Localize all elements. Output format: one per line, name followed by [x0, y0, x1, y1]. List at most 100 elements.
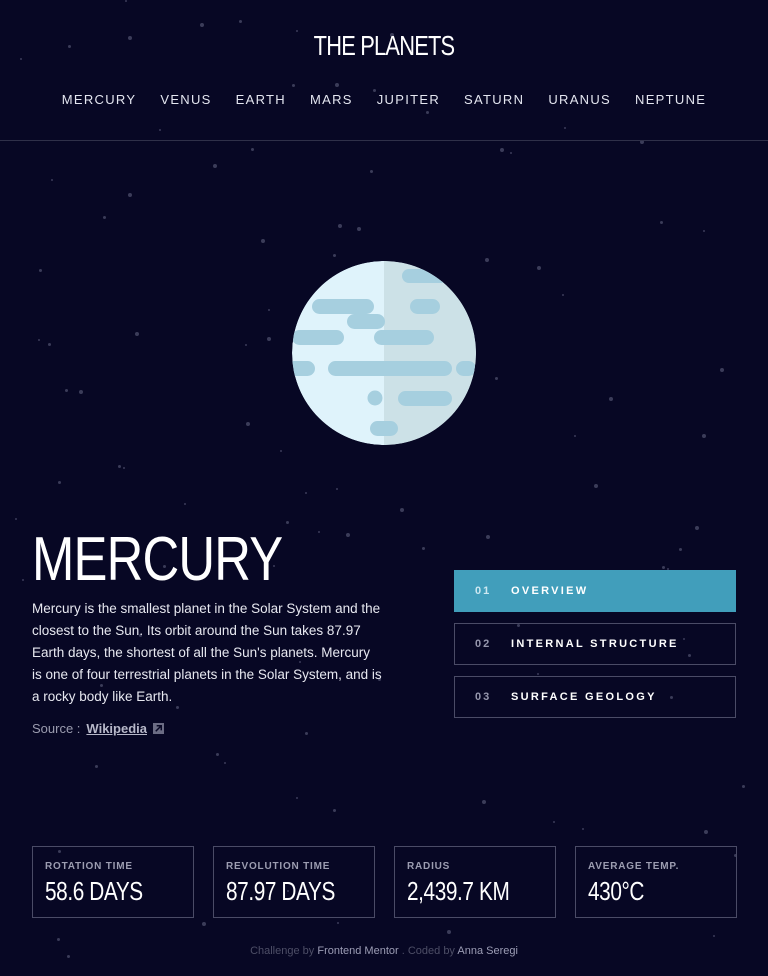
tab-surface-geology[interactable]: 03 SURFACE GEOLOGY	[454, 676, 736, 718]
star-dot	[662, 566, 665, 569]
star-dot	[720, 368, 724, 372]
planet-description: Mercury is the smallest planet in the So…	[32, 601, 382, 704]
tab-internal-structure[interactable]: 02 INTERNAL STRUCTURE	[454, 623, 736, 665]
mercury-planet-image	[292, 261, 476, 445]
star-dot	[703, 230, 705, 232]
nav-item-neptune[interactable]: NEPTUNE	[635, 92, 706, 107]
stat-value: 430°C	[588, 876, 645, 906]
star-dot	[422, 547, 425, 550]
star-dot	[713, 935, 715, 937]
tab-label: SURFACE GEOLOGY	[511, 691, 657, 703]
star-dot	[742, 785, 745, 788]
source-line: Source : Wikipedia	[32, 721, 164, 736]
star-dot	[267, 337, 271, 341]
star-dot	[39, 269, 42, 272]
star-dot	[582, 828, 584, 830]
star-dot	[486, 535, 490, 539]
nav-item-mars[interactable]: MARS	[310, 92, 353, 107]
star-dot	[184, 503, 186, 505]
star-dot	[346, 533, 350, 537]
stat-label: REVOLUTION TIME	[226, 861, 331, 872]
star-dot	[202, 922, 206, 926]
star-dot	[128, 193, 132, 197]
star-dot	[58, 481, 61, 484]
tab-label: OVERVIEW	[511, 585, 589, 597]
planet-stats: ROTATION TIME 58.6 DAYS REVOLUTION TIME …	[32, 846, 737, 918]
star-dot	[485, 258, 489, 262]
star-dot	[660, 221, 663, 224]
site-header: THE PLANETS MERCURY VENUS EARTH MARS JUP…	[0, 0, 768, 141]
star-dot	[15, 518, 17, 520]
star-dot	[280, 450, 282, 452]
stat-card-radius: RADIUS 2,439.7 KM	[394, 846, 556, 918]
external-link-icon[interactable]	[153, 723, 164, 734]
wikipedia-link[interactable]: Wikipedia	[86, 721, 147, 736]
star-dot	[22, 579, 24, 581]
planet-nav: MERCURY VENUS EARTH MARS JUPITER SATURN …	[0, 92, 768, 107]
star-dot	[123, 467, 125, 469]
attribution-footer: Challenge by Frontend Mentor . Coded by …	[0, 945, 768, 957]
star-dot	[224, 762, 226, 764]
stat-card-average-temp: AVERAGE TEMP. 430°C	[575, 846, 737, 918]
star-dot	[695, 526, 699, 530]
star-dot	[103, 216, 106, 219]
star-dot	[338, 224, 342, 228]
tab-label: INTERNAL STRUCTURE	[511, 638, 679, 650]
star-dot	[562, 294, 564, 296]
star-dot	[336, 488, 338, 490]
star-dot	[65, 389, 68, 392]
star-dot	[609, 397, 613, 401]
star-dot	[553, 821, 555, 823]
tab-number: 02	[475, 638, 492, 650]
star-dot	[357, 227, 361, 231]
star-dot	[333, 254, 336, 257]
nav-item-uranus[interactable]: URANUS	[548, 92, 611, 107]
star-dot	[594, 484, 598, 488]
stat-card-rotation-time: ROTATION TIME 58.6 DAYS	[32, 846, 194, 918]
nav-item-mercury[interactable]: MERCURY	[62, 92, 137, 107]
star-dot	[500, 148, 504, 152]
star-dot	[400, 508, 404, 512]
nav-item-saturn[interactable]: SATURN	[464, 92, 524, 107]
star-dot	[38, 339, 40, 341]
star-dot	[702, 434, 706, 438]
star-dot	[495, 377, 498, 380]
star-dot	[95, 765, 98, 768]
star-dot	[57, 938, 60, 941]
site-logo[interactable]: THE PLANETS	[84, 30, 683, 62]
author-link[interactable]: Anna Seregi	[457, 945, 518, 957]
star-dot	[704, 830, 708, 834]
star-dot	[245, 344, 247, 346]
star-dot	[537, 266, 541, 270]
star-dot	[213, 164, 217, 168]
star-dot	[574, 435, 576, 437]
star-dot	[286, 521, 289, 524]
nav-item-venus[interactable]: VENUS	[160, 92, 211, 107]
star-dot	[337, 922, 339, 924]
tab-number: 03	[475, 691, 492, 703]
star-dot	[679, 548, 682, 551]
nav-item-earth[interactable]: EARTH	[236, 92, 286, 107]
star-dot	[251, 148, 254, 151]
nav-item-jupiter[interactable]: JUPITER	[377, 92, 440, 107]
tab-overview[interactable]: 01 OVERVIEW	[454, 570, 736, 612]
star-dot	[333, 809, 336, 812]
star-dot	[261, 239, 265, 243]
star-dot	[447, 930, 451, 934]
stat-label: AVERAGE TEMP.	[588, 861, 680, 872]
frontend-mentor-link[interactable]: Frontend Mentor	[317, 945, 398, 957]
footer-coded-text: . Coded by	[401, 945, 455, 957]
stat-label: RADIUS	[407, 861, 451, 872]
star-dot	[79, 390, 83, 394]
star-dot	[246, 422, 250, 426]
stat-value: 58.6 DAYS	[45, 876, 143, 906]
star-dot	[51, 179, 53, 181]
stat-label: ROTATION TIME	[45, 861, 133, 872]
planet-title: MERCURY	[32, 525, 283, 594]
starfield-background	[0, 0, 768, 976]
star-dot	[305, 732, 308, 735]
footer-challenge-text: Challenge by	[250, 945, 315, 957]
star-dot	[482, 800, 486, 804]
stat-card-revolution-time: REVOLUTION TIME 87.97 DAYS	[213, 846, 375, 918]
star-dot	[370, 170, 373, 173]
